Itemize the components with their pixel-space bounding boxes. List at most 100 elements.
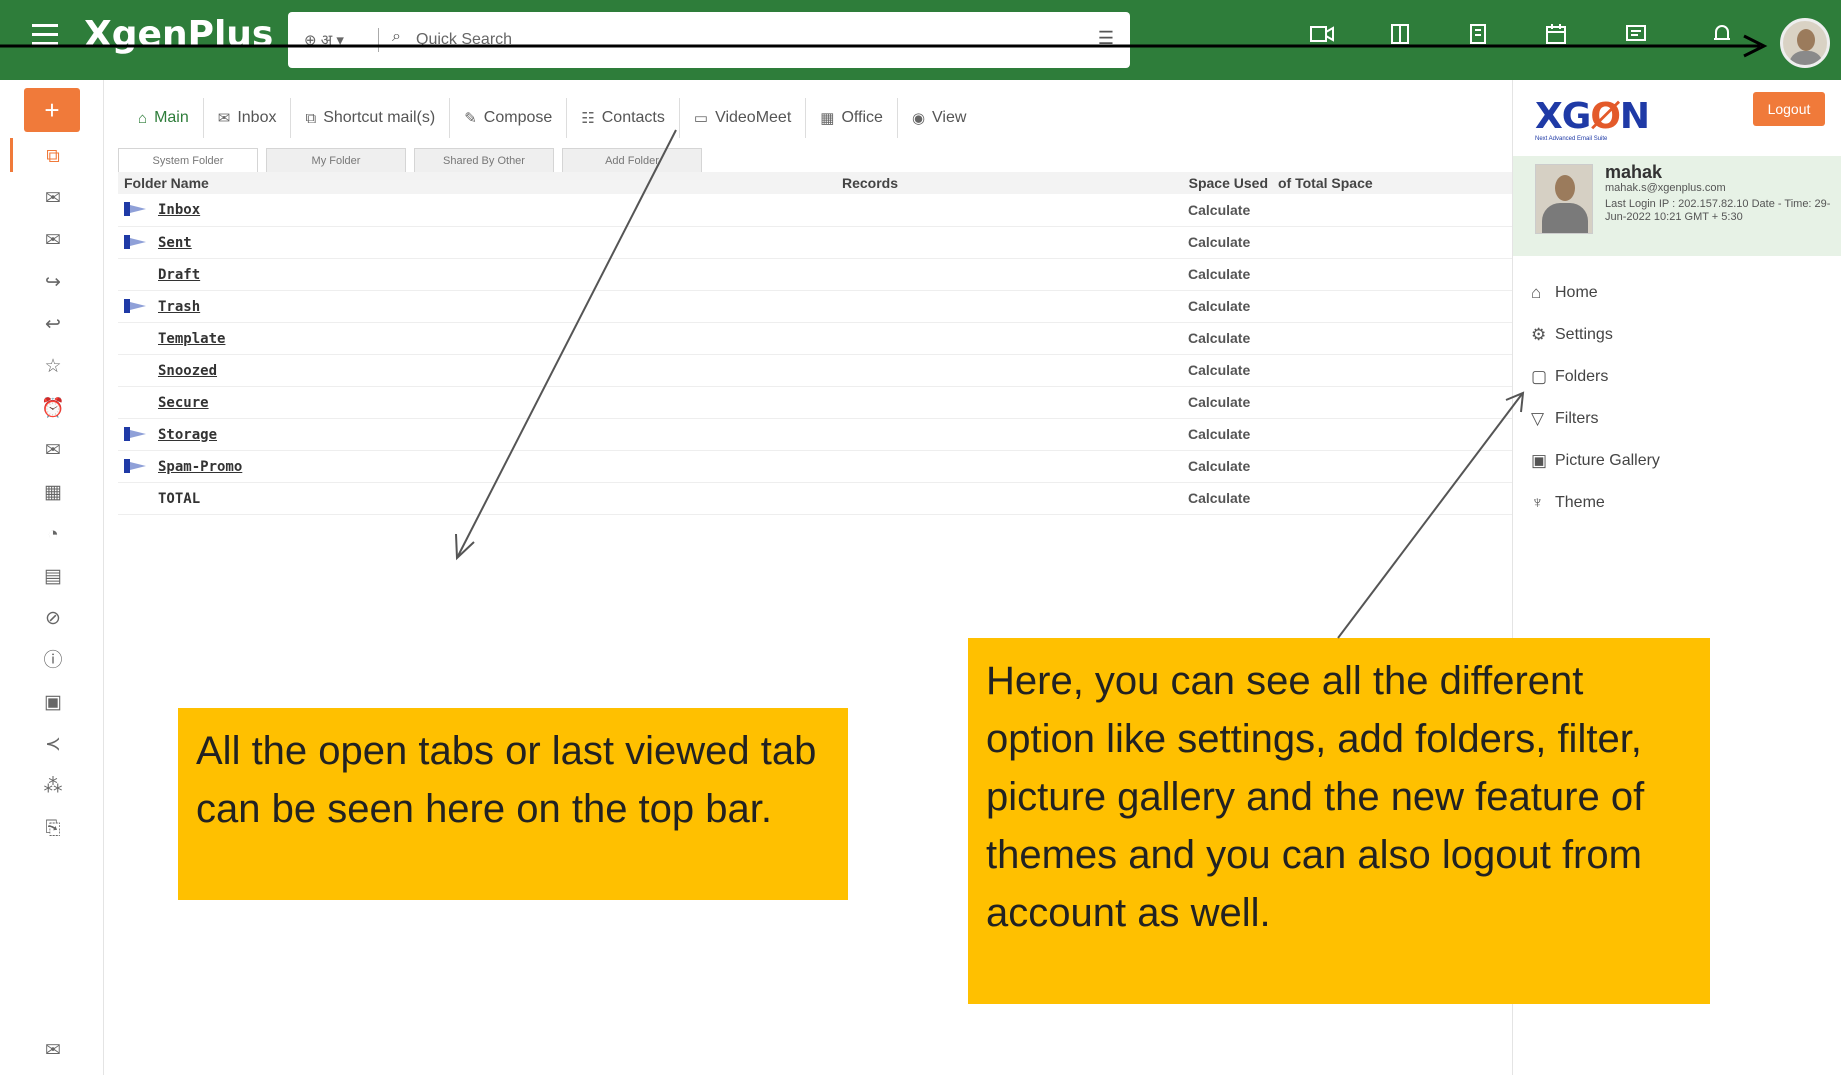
subtab-system-folder[interactable]: System Folder — [118, 148, 258, 174]
video-call-icon[interactable] — [1306, 22, 1338, 54]
tab-compose[interactable]: ✎ Compose — [450, 98, 568, 138]
calculate-link[interactable]: Calculate — [1188, 394, 1250, 410]
new-compose-button[interactable]: + — [24, 88, 80, 132]
calculate-link[interactable]: Calculate — [1188, 490, 1250, 506]
annotation-text: All the open tabs or last viewed tab can… — [196, 729, 817, 831]
table-row: Trash Calculate — [118, 290, 1514, 323]
subtab-add-folder[interactable]: Add Folder — [562, 148, 702, 174]
tab-view[interactable]: ◉ View — [898, 98, 980, 138]
notification-bell-icon[interactable] — [1706, 22, 1738, 54]
main-dashboard-icon[interactable]: ⧉ — [40, 144, 66, 170]
office-icon[interactable] — [1384, 22, 1416, 54]
app-logo: XgenPlus — [84, 14, 274, 55]
table-row: Snoozed Calculate — [118, 354, 1514, 387]
bottom-mail-icon[interactable]: ✉ — [40, 1038, 66, 1064]
logo-tagline: Next Advanced Email Suite — [1535, 136, 1608, 142]
folder-link-template[interactable]: Template — [158, 331, 225, 347]
logout-button[interactable]: Logout — [1753, 92, 1825, 126]
calculate-link[interactable]: Calculate — [1188, 458, 1250, 474]
tab-office[interactable]: ▦ Office — [806, 98, 898, 138]
tab-label: Inbox — [237, 109, 277, 126]
info-icon[interactable]: ⓘ — [40, 648, 66, 674]
attachment-icon[interactable]: ⊘ — [40, 606, 66, 632]
tab-label: Contacts — [601, 109, 665, 126]
tab-label: Office — [841, 109, 883, 126]
folder-link-secure[interactable]: Secure — [158, 395, 209, 411]
subtab-my-folder[interactable]: My Folder — [266, 148, 406, 174]
inbox-icon[interactable]: ✉ — [40, 186, 66, 212]
tab-inbox[interactable]: ✉ Inbox — [204, 98, 292, 138]
hamburger-menu-icon[interactable] — [32, 24, 58, 46]
mail-icon[interactable]: ✉ — [40, 228, 66, 254]
clock-icon[interactable]: ◔ — [40, 522, 66, 548]
menu-item-home[interactable]: ⌂ Home — [1531, 278, 1598, 308]
menu-item-settings[interactable]: ⚙ Settings — [1531, 320, 1613, 350]
chat-icon[interactable] — [1620, 22, 1652, 54]
menu-item-folders[interactable]: ▢ Folders — [1531, 362, 1608, 392]
chat-icon[interactable]: ▤ — [40, 564, 66, 590]
folder-link-sent[interactable]: Sent — [158, 235, 192, 251]
calculate-link[interactable]: Calculate — [1188, 362, 1250, 378]
tab-videomeet[interactable]: ▭ VideoMeet — [680, 98, 807, 138]
folder-link-storage[interactable]: Storage — [158, 427, 217, 443]
calculate-link[interactable]: Calculate — [1188, 266, 1250, 282]
table-row: Draft Calculate — [118, 258, 1514, 291]
office-icon: ▦ — [820, 110, 835, 127]
contacts-icon[interactable] — [1462, 22, 1494, 54]
tab-contacts[interactable]: ☷ Contacts — [567, 98, 680, 138]
calculate-link[interactable]: Calculate — [1188, 234, 1250, 250]
tab-label: Shortcut mail(s) — [323, 109, 436, 126]
tab-main[interactable]: ⌂ Main — [124, 98, 204, 138]
calculate-link[interactable]: Calculate — [1188, 202, 1250, 218]
table-row: Secure Calculate — [118, 386, 1514, 419]
folder-link-inbox[interactable]: Inbox — [158, 202, 200, 218]
user-avatar[interactable] — [1780, 18, 1830, 68]
quick-search-input[interactable] — [416, 26, 1056, 54]
menu-item-picture-gallery[interactable]: ▣ Picture Gallery — [1531, 446, 1660, 476]
share-icon[interactable]: ≺ — [40, 732, 66, 758]
table-header-row: Folder Name Records Space Used of Total … — [118, 172, 1514, 194]
filter-icon: ▽ — [1531, 409, 1545, 428]
menu-label: Filters — [1555, 410, 1599, 427]
export-icon[interactable]: ⎘ — [40, 816, 66, 842]
reply-icon[interactable]: ↩ — [40, 312, 66, 338]
calculate-link[interactable]: Calculate — [1188, 330, 1250, 346]
folder-flag-icon — [124, 298, 150, 313]
folder-flag-icon — [124, 458, 150, 473]
theme-icon: ♆ — [1531, 493, 1544, 512]
calculate-link[interactable]: Calculate — [1188, 426, 1250, 442]
folder-link-draft[interactable]: Draft — [158, 267, 200, 283]
network-icon[interactable]: ⁂ — [40, 774, 66, 800]
annotation-callout-tabs: All the open tabs or last viewed tab can… — [178, 708, 848, 900]
search-separator — [378, 28, 379, 52]
calendar-icon[interactable] — [1540, 22, 1572, 54]
tab-shortcut-mails[interactable]: ⧉ Shortcut mail(s) — [291, 98, 451, 138]
gear-icon: ⚙ — [1531, 325, 1547, 344]
subtab-shared-by-other[interactable]: Shared By Other — [414, 148, 554, 174]
home-icon: ⌂ — [138, 109, 148, 127]
menu-item-theme[interactable]: ♆ Theme — [1531, 488, 1605, 518]
folder-link-snoozed[interactable]: Snoozed — [158, 363, 217, 379]
draft-icon[interactable]: ✉ — [40, 438, 66, 464]
home-icon: ⌂ — [1531, 283, 1542, 302]
app-window: XgenPlus ⊕ अ ▾ ⌕ ☰ + ⧉ ✉ — [0, 0, 1841, 1075]
total-label: TOTAL — [158, 490, 201, 507]
star-icon[interactable]: ☆ — [40, 354, 66, 380]
search-filter-icon[interactable]: ☰ — [1098, 28, 1114, 49]
annotation-callout-options: Here, you can see all the different opti… — [968, 638, 1710, 1004]
menu-label: Folders — [1555, 368, 1609, 385]
calendar-icon[interactable]: ▦ — [40, 480, 66, 506]
language-selector[interactable]: ⊕ अ ▾ — [304, 30, 344, 50]
snooze-icon[interactable]: ⏰ — [40, 396, 66, 422]
forward-icon[interactable]: ↪ — [40, 270, 66, 296]
search-box[interactable]: ⊕ अ ▾ ⌕ ☰ — [288, 12, 1130, 68]
folder-link-spam-promo[interactable]: Spam-Promo — [158, 459, 242, 475]
calculate-link[interactable]: Calculate — [1188, 298, 1250, 314]
table-row-total: TOTAL Calculate — [118, 482, 1514, 515]
folder-link-trash[interactable]: Trash — [158, 299, 200, 315]
menu-item-filters[interactable]: ▽ Filters — [1531, 404, 1599, 434]
col-space-used: Space Used — [1032, 172, 1272, 194]
gallery-icon[interactable]: ▣ — [40, 690, 66, 716]
open-tabs-bar: ⌂ Main ✉ Inbox ⧉ Shortcut mail(s) ✎ Compose … — [124, 98, 980, 138]
eye-icon: ◉ — [911, 110, 926, 127]
